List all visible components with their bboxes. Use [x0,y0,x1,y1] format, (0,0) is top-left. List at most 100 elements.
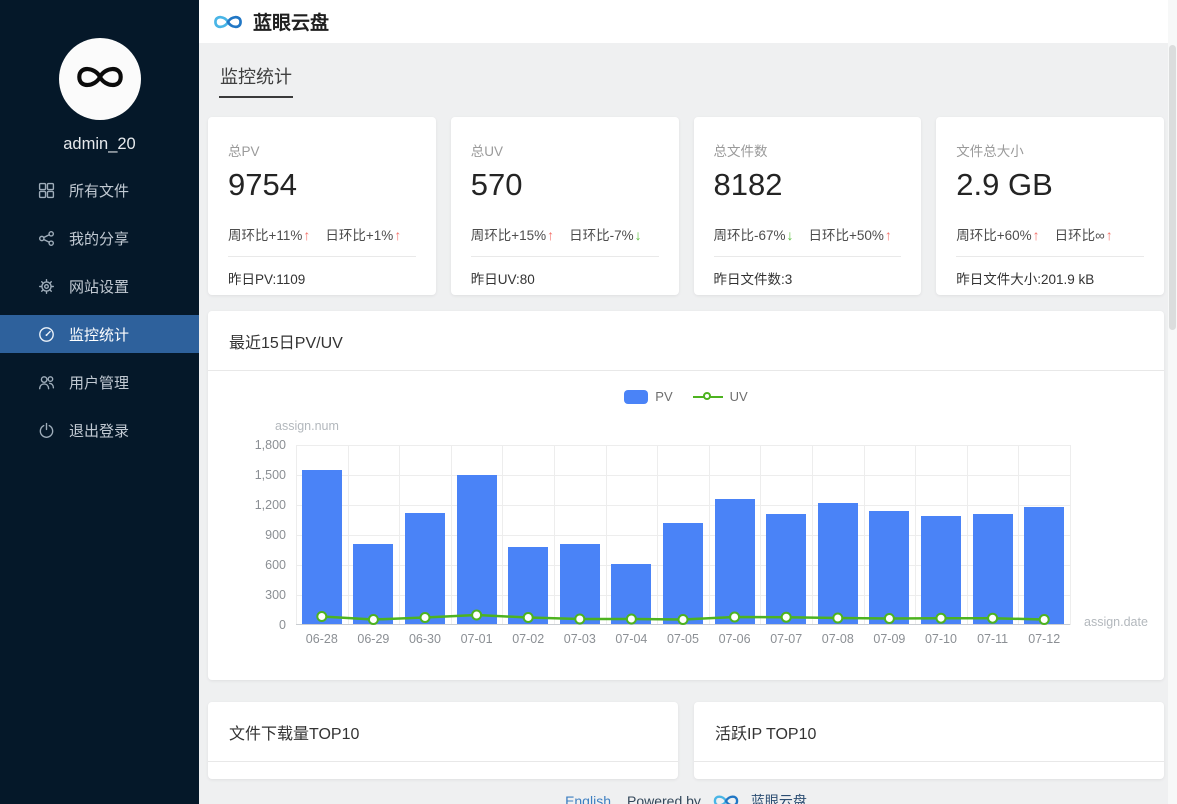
y-axis-tick: 600 [208,558,286,572]
legend-item-pv[interactable]: PV [624,389,672,404]
app-title: 蓝眼云盘 [253,8,329,35]
scrollbar-thumb[interactable] [1169,45,1176,330]
card-divider [471,256,659,257]
scrollbar[interactable] [1168,0,1177,804]
sidebar-item-2[interactable]: 网站设置 [0,267,199,305]
x-axis-tick: 07-09 [864,632,916,646]
card-trends: 周环比+15%↑ 日环比-7%↓ [471,224,659,244]
card-label: 总PV [228,140,416,160]
share-icon [38,230,55,247]
trend-up: 周环比+11%↑ [228,224,310,244]
x-axis-title: assign.date [1084,615,1148,629]
sidebar-item-0[interactable]: 所有文件 [0,171,199,209]
legend-item-uv[interactable]: UV [693,389,748,404]
active-ip-top10-title: 活跃IP TOP10 [694,702,1164,761]
card-trends: 周环比+11%↑ 日环比+1%↑ [228,224,416,244]
panel-divider [208,761,678,762]
card-value: 570 [471,167,659,203]
card-footer: 昨日文件数:3 [714,268,902,288]
trend-up: 日环比+50%↑ [809,224,892,244]
x-axis-tick: 07-04 [606,632,658,646]
trend-down: 周环比-67%↓ [714,224,794,244]
card-divider [714,256,902,257]
x-axis-tick: 06-30 [399,632,451,646]
app-window: admin_20 所有文件我的分享网站设置监控统计用户管理退出登录 蓝眼云盘 监… [0,0,1177,804]
stat-card-1: 总UV570周环比+15%↑日环比-7%↓昨日UV:80 [451,117,679,295]
y-axis-tick: 1,500 [208,468,286,482]
avatar[interactable] [59,38,141,120]
username: admin_20 [0,135,199,154]
card-footer: 昨日PV:1109 [228,268,416,288]
trend-up-arrow-icon: ↑ [547,227,554,243]
trend-down-arrow-icon: ↓ [635,227,642,243]
bottom-panels-row: 文件下载量TOP10 活跃IP TOP10 [208,702,1164,779]
x-axis-tick: 07-10 [915,632,967,646]
x-axis-tick: 07-06 [709,632,761,646]
trend-up: 周环比+60%↑ [956,224,1039,244]
sidebar-item-3[interactable]: 监控统计 [0,315,199,353]
chart-plot-area [296,445,1070,625]
y-axis-tick: 1,200 [208,498,286,512]
card-footer: 昨日文件大小:201.9 kB [956,268,1144,288]
panel-divider [694,761,1164,762]
grid-icon [38,182,55,199]
y-axis-title: assign.num [275,419,339,433]
trend-up: 周环比+15%↑ [471,224,554,244]
trend-down-arrow-icon: ↓ [787,227,794,243]
x-axis-tick: 07-08 [812,632,864,646]
sidebar-item-4[interactable]: 用户管理 [0,363,199,401]
trend-up: 日环比∞↑ [1055,224,1113,244]
sidebar-item-label: 退出登录 [69,420,129,441]
page-title: 监控统计 [219,63,293,98]
trend-up-arrow-icon: ↑ [1033,227,1040,243]
language-link[interactable]: English [565,793,611,804]
trend-up-arrow-icon: ↑ [303,227,310,243]
trend-up: 日环比+1%↑ [325,224,401,244]
x-axis-tick: 07-11 [967,632,1019,646]
downloads-top10-panel: 文件下载量TOP10 [208,702,678,779]
active-ip-top10-panel: 活跃IP TOP10 [694,702,1164,779]
footer: English Powered by 蓝眼云盘 [208,791,1164,804]
trend-up-arrow-icon: ↑ [394,227,401,243]
stat-card-3: 文件总大小2.9 GB周环比+60%↑日环比∞↑昨日文件大小:201.9 kB [936,117,1164,295]
users-icon [38,374,55,391]
card-divider [228,256,416,257]
card-label: 总文件数 [714,140,902,160]
dashboard-icon [38,326,55,343]
sidebar-item-label: 用户管理 [69,372,129,393]
x-axis-tick: 06-29 [348,632,400,646]
pvuv-chart-panel: 最近15日PV/UV PVUV assign.num assign.date 0… [208,311,1164,680]
stat-card-2: 总文件数8182周环比-67%↓日环比+50%↑昨日文件数:3 [694,117,922,295]
trend-up-arrow-icon: ↑ [1106,227,1113,243]
main-column: 蓝眼云盘 监控统计 总PV9754周环比+11%↑日环比+1%↑昨日PV:110… [199,0,1177,804]
y-axis-tick: 0 [208,618,286,632]
uv-legend-swatch-icon [693,391,723,403]
y-axis-tick: 900 [208,528,286,542]
footer-logo-icon [711,793,741,804]
avatar-wrap [0,0,199,120]
card-divider [956,256,1144,257]
x-axis-tick: 07-05 [657,632,709,646]
stat-cards-row: 总PV9754周环比+11%↑日环比+1%↑昨日PV:1109总UV570周环比… [208,117,1164,295]
x-axis-tick: 07-01 [451,632,503,646]
card-trends: 周环比-67%↓ 日环比+50%↑ [714,224,902,244]
power-icon [38,422,55,439]
y-axis-tick: 1,800 [208,438,286,452]
app-logo-icon[interactable] [211,12,245,32]
trend-up-arrow-icon: ↑ [885,227,892,243]
card-footer: 昨日UV:80 [471,268,659,288]
sidebar-item-label: 我的分享 [69,228,129,249]
main-content: 监控统计 总PV9754周环比+11%↑日环比+1%↑昨日PV:1109总UV5… [199,43,1177,804]
x-axis-tick: 07-12 [1018,632,1070,646]
stat-card-0: 总PV9754周环比+11%↑日环比+1%↑昨日PV:1109 [208,117,436,295]
sidebar-item-label: 所有文件 [69,180,129,201]
gridline [1070,445,1071,625]
trend-down: 日环比-7%↓ [569,224,642,244]
brand-link[interactable]: 蓝眼云盘 [751,791,807,804]
card-value: 2.9 GB [956,167,1144,203]
x-axis-tick: 06-28 [296,632,348,646]
sidebar-item-1[interactable]: 我的分享 [0,219,199,257]
pvuv-chart: PVUV assign.num assign.date 03006009001,… [208,371,1164,685]
infinity-logo-icon [72,62,128,97]
sidebar-item-5[interactable]: 退出登录 [0,411,199,449]
